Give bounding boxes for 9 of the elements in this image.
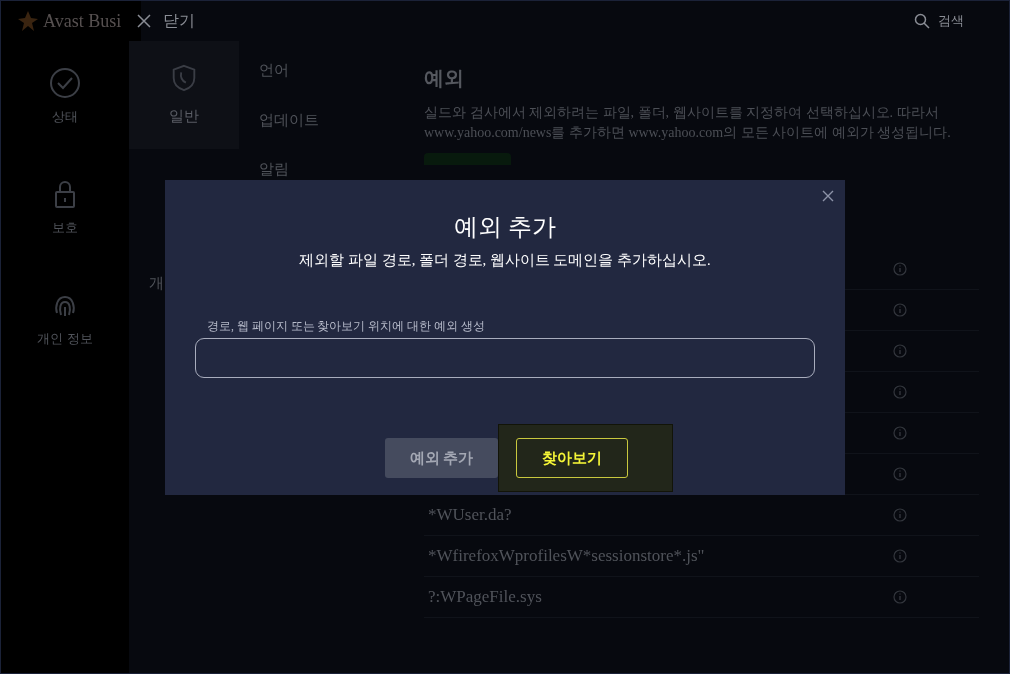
field-label: 경로, 웹 페이지 또는 찾아보기 위치에 대한 예외 생성 (206, 318, 486, 334)
section-description: 실드와 검사에서 제외하려는 파일, 폴더, 웹사이트를 지정하여 선택하십시오. 따라서 www.yahoo.com/news를 추가하면 www.yahoo.com의 모든 사이트에 예외가 생성됩니다. (424, 104, 952, 142)
brand-name: Avast Busi (43, 9, 122, 33)
exception-path: ?:WPageFile.sys (428, 586, 543, 609)
dialog-subtitle: 제외할 파일 경로, 폴더 경로, 웹사이트 도메인을 추가하십시오. (299, 251, 711, 270)
dialog-title: 예외 추가 (454, 213, 556, 242)
section-title: 예외 (424, 66, 465, 91)
exception-path: *WfirefoxWprofilesW*sessionstore*.js" (428, 545, 706, 568)
exception-path: *WUser.da? (428, 504, 513, 527)
